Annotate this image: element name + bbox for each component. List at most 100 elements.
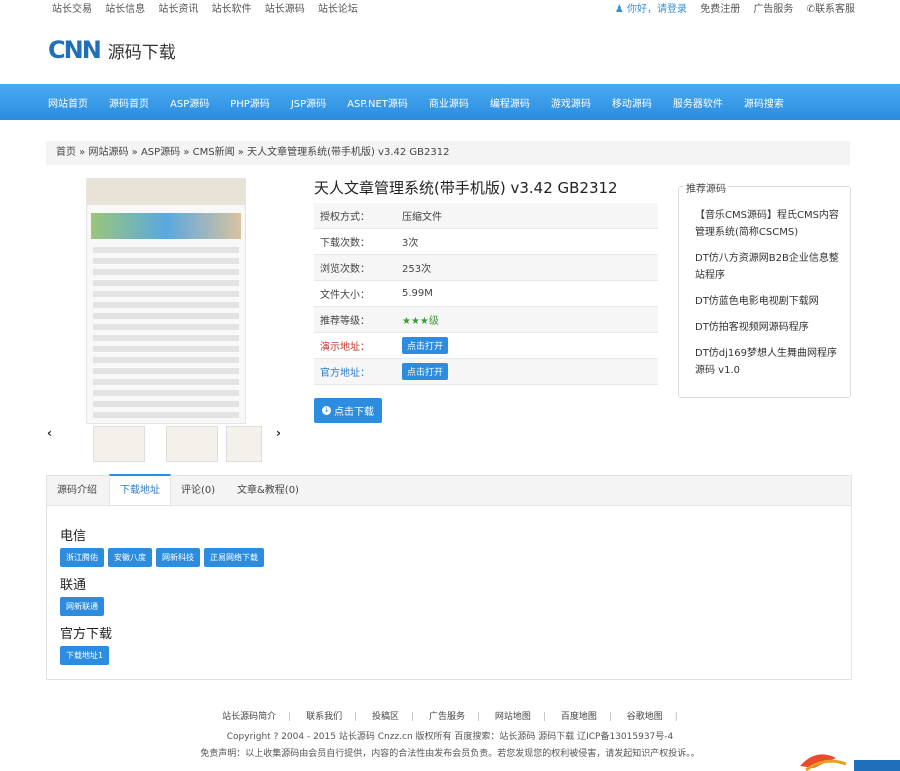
logo-mark: CNN [48, 36, 102, 64]
recommend-item[interactable]: DT仿八方资源网B2B企业信息整站程序 [695, 250, 843, 284]
preview-row [93, 280, 239, 286]
nav-item[interactable]: 编程源码 [490, 95, 530, 110]
mirror-button[interactable]: 安徽八度 [108, 548, 152, 567]
preview-row [93, 302, 239, 308]
recommend-item[interactable]: DT仿拍客视频网源码程序 [695, 319, 843, 336]
ads-link[interactable]: 广告服务 [753, 4, 793, 15]
top-link[interactable]: 站长资讯 [158, 4, 198, 15]
mirror-list: 下载地址1 [60, 646, 113, 665]
thumbnail[interactable] [93, 426, 145, 462]
recommend-item[interactable]: 【音乐CMS源码】程氏CMS内容管理系统(简称CSCMS) [695, 207, 843, 241]
corner-logo-image [796, 746, 900, 771]
official-open-button[interactable]: 点击打开 [402, 363, 449, 380]
preview-row [93, 269, 239, 275]
contact-link[interactable]: ✆联系客服 [807, 4, 855, 15]
tab-intro[interactable]: 源码介绍 [47, 476, 107, 506]
chevron-right-icon[interactable]: › [276, 426, 281, 440]
footer-separator: | [608, 712, 612, 722]
recommend-legend: 推荐源码 [684, 180, 728, 195]
mirror-button[interactable]: 网新科技 [156, 548, 200, 567]
tab-download[interactable]: 下载地址 [109, 474, 171, 507]
register-link[interactable]: 免费注册 [700, 4, 740, 15]
info-row: 推荐等级： ★★★级 [314, 307, 658, 333]
nav-item[interactable]: 游戏源码 [551, 95, 591, 110]
thumbnail[interactable] [226, 426, 262, 462]
preview-row [93, 335, 239, 341]
footer-link[interactable]: 站长源码简介 [222, 712, 276, 722]
preview-row [93, 412, 239, 418]
recommend-item[interactable]: DT仿蓝色电影电视剧下载网 [695, 293, 843, 310]
mirror-button[interactable]: 正易网络下载 [204, 548, 264, 567]
info-key: 授权方式： [320, 212, 370, 223]
top-link[interactable]: 站长信息 [105, 4, 145, 15]
download-button[interactable]: ↓ 点击下载 [314, 398, 382, 423]
preview-row [93, 313, 239, 319]
footer-separator: | [288, 712, 292, 722]
nav-item[interactable]: PHP源码 [230, 95, 270, 110]
info-row: 授权方式： 压缩文件 [314, 203, 658, 229]
nav-item[interactable]: 源码搜索 [744, 95, 784, 110]
nav-item[interactable]: ASP源码 [170, 95, 209, 110]
tab-articles[interactable]: 文章&教程(0) [227, 476, 309, 506]
preview-row [93, 379, 239, 385]
footer-link[interactable]: 广告服务 [429, 712, 465, 722]
info-value: 253次 [402, 264, 432, 275]
top-link[interactable]: 站长论坛 [318, 4, 358, 15]
footer-link[interactable]: 百度地图 [561, 712, 597, 722]
nav-item[interactable]: ASP.NET源码 [347, 95, 408, 110]
footer-separator: | [354, 712, 358, 722]
info-key: 推荐等级： [320, 316, 370, 327]
breadcrumb-text[interactable]: 首页 » 网站源码 » ASP源码 » CMS新闻 » 天人文章管理系统(带手机… [56, 147, 449, 158]
info-row: 演示地址： 点击打开 [314, 333, 658, 359]
demo-open-button[interactable]: 点击打开 [402, 337, 449, 354]
preview-row [93, 390, 239, 396]
info-value: 3次 [402, 238, 419, 249]
nav-item[interactable]: JSP源码 [291, 95, 326, 110]
preview-row [93, 357, 239, 363]
tab-comments[interactable]: 评论(0) [171, 476, 225, 506]
login-link[interactable]: ♟ 你好，请登录 [615, 4, 687, 15]
logo-text: 源码下载 [107, 42, 176, 63]
info-key: 文件大小： [320, 290, 370, 301]
footer-separator: | [411, 712, 415, 722]
top-link[interactable]: 站长交易 [52, 4, 92, 15]
nav-item[interactable]: 服务器软件 [673, 95, 723, 110]
recommend-box: 推荐源码 【音乐CMS源码】程氏CMS内容管理系统(简称CSCMS) DT仿八方… [678, 180, 851, 398]
footer-separator: | [674, 712, 678, 722]
group-title-telecom: 电信 [60, 529, 87, 544]
login-text: 你好，请登录 [627, 4, 688, 15]
preview-row [93, 291, 239, 297]
nav-item[interactable]: 源码首页 [109, 95, 149, 110]
preview-image[interactable] [86, 178, 246, 424]
mirror-button[interactable]: 网新联通 [60, 597, 104, 616]
info-value: 5.99M [402, 288, 433, 299]
top-link[interactable]: 站长源码 [265, 4, 305, 15]
nav-item[interactable]: 商业源码 [429, 95, 469, 110]
info-key: 演示地址： [320, 342, 370, 353]
top-link[interactable]: 站长软件 [212, 4, 252, 15]
site-logo[interactable]: CNN 源码下载 [48, 36, 176, 64]
info-row: 文件大小： 5.99M [314, 281, 658, 307]
mirror-list: 浙江腾佑 安徽八度 网新科技 正易网络下载 [60, 548, 268, 567]
mirror-button[interactable]: 浙江腾佑 [60, 548, 104, 567]
contact-text: 联系客服 [815, 4, 855, 15]
rating-stars: ★★★级 [402, 316, 439, 327]
mirror-button[interactable]: 下载地址1 [60, 646, 110, 665]
thumbnail[interactable] [166, 426, 218, 462]
content-tabs: 源码介绍 下载地址 评论(0) 文章&教程(0) [46, 474, 852, 507]
footer-copyright: Copyright ? 2004 - 2015 站长源码 Cnzz.cn 版权所… [226, 732, 674, 742]
download-panel [46, 505, 852, 680]
footer-link[interactable]: 谷歌地图 [627, 712, 663, 722]
footer-link[interactable]: 联系我们 [306, 712, 342, 722]
info-row: 官方地址： 点击打开 [314, 359, 658, 385]
footer-link[interactable]: 投稿区 [372, 712, 399, 722]
footer-links: 站长源码简介 | 联系我们 | 投稿区 | 广告服务 | 网站地图 | 百度地图 | 谷歌地… [0, 709, 900, 722]
group-title-official: 官方下载 [60, 627, 113, 642]
nav-item[interactable]: 移动源码 [612, 95, 652, 110]
preview-row [93, 346, 239, 352]
nav-item[interactable]: 网站首页 [48, 95, 88, 110]
main-nav: 网站首页 源码首页 ASP源码 PHP源码 JSP源码 ASP.NET源码 商业… [0, 84, 900, 120]
footer-link[interactable]: 网站地图 [495, 712, 531, 722]
chevron-left-icon[interactable]: ‹ [47, 426, 52, 440]
recommend-item[interactable]: DT仿dj169梦想人生舞曲网程序源码 v1.0 [695, 345, 843, 379]
